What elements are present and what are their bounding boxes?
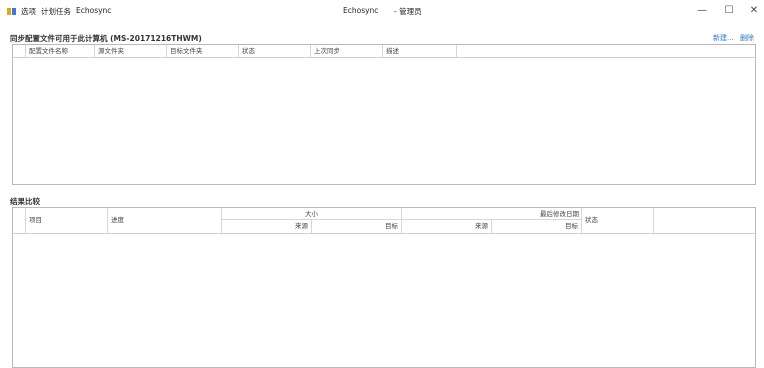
delete-config-link[interactable]: 删除: [740, 33, 754, 43]
col-group-size: 大小: [222, 208, 402, 220]
results-table[interactable]: 项目 进度 大小 最后修改日期 来源 目标 来源 目标 状态: [12, 207, 756, 368]
maximize-icon[interactable]: ☐: [719, 4, 739, 18]
col-modified-source[interactable]: 来源: [402, 220, 492, 233]
menu-options[interactable]: 选项: [21, 6, 36, 17]
configs-table[interactable]: 配置文件名称 源文件夹 目标文件夹 状态 上次同步 描述: [12, 44, 756, 185]
configs-section-title: 同步配置文件可用于此计算机 (MS-20171216THWM): [10, 34, 202, 43]
results-table-header: 项目 进度 大小 最后修改日期 来源 目标 来源 目标 状态: [13, 208, 755, 234]
header-spacer: [13, 45, 26, 57]
col-group-modified: 最后修改日期: [402, 208, 582, 220]
title-bar: 选项 计划任务 Echosync Echosync - 管理员 — ☐ ✕: [0, 0, 764, 24]
configs-table-header: 配置文件名称 源文件夹 目标文件夹 状态 上次同步 描述: [13, 45, 755, 58]
window-title: Echosync: [343, 6, 379, 15]
col-progress[interactable]: 进度: [108, 208, 222, 233]
col-size-target[interactable]: 目标: [312, 220, 402, 233]
menu-echosync[interactable]: Echosync: [76, 6, 111, 15]
app-icon: [7, 8, 16, 15]
close-icon[interactable]: ✕: [744, 4, 764, 18]
col-profile-name[interactable]: 配置文件名称: [26, 45, 95, 57]
col-description[interactable]: 描述: [383, 45, 457, 57]
minimize-icon[interactable]: —: [692, 4, 712, 18]
new-config-link[interactable]: 新建...: [713, 33, 734, 43]
header-spacer: [13, 208, 26, 233]
col-size-source[interactable]: 来源: [222, 220, 312, 233]
results-section-title: 结果比较: [10, 197, 40, 206]
window-role: - 管理员: [394, 7, 422, 16]
col-item[interactable]: 项目: [26, 208, 108, 233]
col-status[interactable]: 状态: [239, 45, 311, 57]
col-source-folder[interactable]: 源文件夹: [95, 45, 167, 57]
col-modified-target[interactable]: 目标: [492, 220, 582, 233]
col-last-sync[interactable]: 上次同步: [311, 45, 383, 57]
col-target-folder[interactable]: 目标文件夹: [167, 45, 239, 57]
col-result-status[interactable]: 状态: [582, 208, 654, 233]
menu-scheduled-tasks[interactable]: 计划任务: [41, 6, 71, 17]
